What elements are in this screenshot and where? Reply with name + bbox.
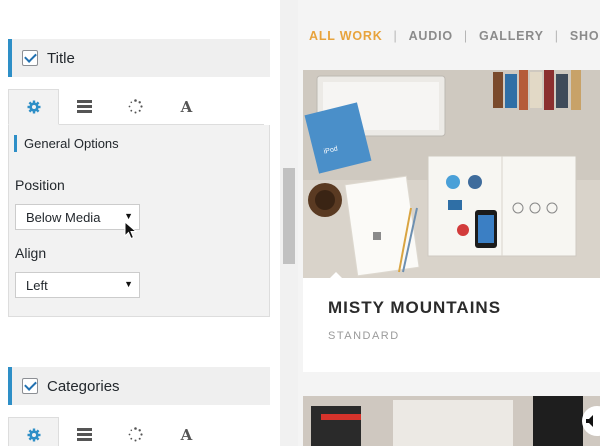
tab-animation[interactable] xyxy=(110,89,161,125)
title-checkbox[interactable] xyxy=(22,50,38,66)
filter-separator: | xyxy=(463,29,468,43)
categories-checkbox[interactable] xyxy=(22,378,38,394)
align-select[interactable]: Left ▼ xyxy=(15,272,140,298)
panel-heading: General Options xyxy=(14,135,119,152)
tab-typography[interactable]: A xyxy=(161,89,212,125)
tab-typography[interactable]: A xyxy=(161,417,212,446)
tab-general[interactable] xyxy=(8,417,59,446)
general-options-panel: General Options Position Below Media ▼ A… xyxy=(8,125,270,317)
layout-icon xyxy=(77,100,92,113)
portfolio-card[interactable]: iPod MISTY MOUNTAINS STANDARD xyxy=(303,70,600,372)
typography-icon: A xyxy=(180,97,193,116)
dropdown-arrow-icon: ▼ xyxy=(124,279,133,289)
filter-all-work[interactable]: ALL WORK xyxy=(309,29,383,43)
tab-layout[interactable] xyxy=(59,417,110,446)
filter-shop[interactable]: SHOP xyxy=(570,29,600,43)
card-notch xyxy=(330,272,342,278)
layout-icon xyxy=(77,428,92,441)
portfolio-filter-bar: ALL WORK | AUDIO | GALLERY | SHOP xyxy=(309,29,600,43)
card-category[interactable]: STANDARD xyxy=(328,330,400,342)
tab-general[interactable] xyxy=(8,89,59,125)
portfolio-preview: ALL WORK | AUDIO | GALLERY | SHOP iPod xyxy=(298,0,600,446)
typography-icon: A xyxy=(180,425,193,444)
tab-layout[interactable] xyxy=(59,89,110,125)
filter-audio[interactable]: AUDIO xyxy=(409,29,453,43)
section-title: Categories xyxy=(47,377,120,395)
align-label: Align xyxy=(15,245,47,261)
section-header-categories[interactable]: Categories xyxy=(8,367,270,405)
gear-icon xyxy=(27,428,40,442)
speaker-icon xyxy=(586,415,593,427)
section-header-title[interactable]: Title xyxy=(8,39,270,77)
categories-tabs: A xyxy=(8,417,212,446)
card-title[interactable]: MISTY MOUNTAINS xyxy=(328,298,501,318)
scrollbar-thumb[interactable] xyxy=(283,168,295,264)
align-select-value: Left xyxy=(26,277,48,293)
spinner-icon xyxy=(128,427,143,442)
gear-icon xyxy=(27,100,40,114)
title-tabs: A xyxy=(8,89,264,125)
filter-gallery[interactable]: GALLERY xyxy=(479,29,544,43)
settings-panel: Title A General Options Position Below M… xyxy=(0,0,280,446)
card-featured-image[interactable]: iPod xyxy=(303,70,600,278)
filter-separator: | xyxy=(393,29,398,43)
portfolio-card-2[interactable] xyxy=(303,396,600,446)
position-select-value: Below Media xyxy=(26,209,101,225)
tab-animation[interactable] xyxy=(110,417,161,446)
tab-spacer xyxy=(212,89,264,125)
position-select[interactable]: Below Media ▼ xyxy=(15,204,140,230)
desk-photo: iPod xyxy=(303,70,600,278)
mouse-cursor-icon xyxy=(124,221,138,240)
dropdown-arrow-icon: ▼ xyxy=(124,211,133,221)
position-label: Position xyxy=(15,177,65,193)
spinner-icon xyxy=(128,99,143,114)
section-title: Title xyxy=(47,49,75,67)
card-2-image xyxy=(303,396,600,446)
filter-separator: | xyxy=(554,29,559,43)
